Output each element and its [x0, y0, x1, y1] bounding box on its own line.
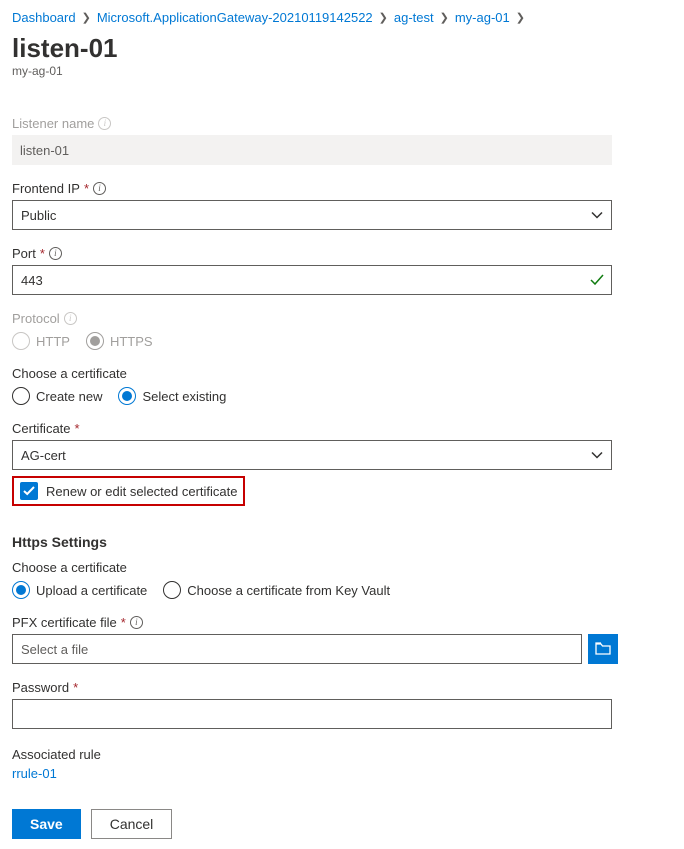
port-input[interactable] — [12, 265, 612, 295]
renew-certificate-label: Renew or edit selected certificate — [46, 484, 237, 499]
listener-name-label: Listener name i — [12, 116, 672, 131]
info-icon[interactable]: i — [64, 312, 77, 325]
certificate-label: Certificate * — [12, 421, 672, 436]
chevron-right-icon: ❯ — [516, 11, 525, 24]
protocol-radio-http: HTTP — [12, 332, 70, 350]
https-choose-cert-label: Choose a certificate — [12, 560, 672, 575]
page-subtitle: my-ag-01 — [12, 64, 672, 78]
renew-certificate-checkbox[interactable] — [20, 482, 38, 500]
chevron-down-icon — [591, 211, 603, 219]
https-settings-heading: Https Settings — [12, 534, 672, 550]
protocol-radio-https: HTTPS — [86, 332, 153, 350]
folder-icon — [595, 641, 611, 658]
cancel-button[interactable]: Cancel — [91, 809, 173, 839]
port-label: Port* i — [12, 246, 672, 261]
breadcrumb-item-my-ag-01[interactable]: my-ag-01 — [455, 10, 510, 25]
frontend-ip-select[interactable]: Public — [12, 200, 612, 230]
password-label: Password * — [12, 680, 672, 695]
check-icon — [590, 274, 604, 286]
chevron-right-icon: ❯ — [440, 11, 449, 24]
info-icon[interactable]: i — [98, 117, 111, 130]
info-icon[interactable]: i — [130, 616, 143, 629]
renew-certificate-highlight: Renew or edit selected certificate — [12, 476, 245, 506]
associated-rule-label: Associated rule — [12, 747, 672, 762]
save-button[interactable]: Save — [12, 809, 81, 839]
page-title: listen-01 — [12, 33, 672, 64]
breadcrumb-item-deployment[interactable]: Microsoft.ApplicationGateway-20210119142… — [97, 10, 373, 25]
breadcrumb: Dashboard ❯ Microsoft.ApplicationGateway… — [12, 10, 672, 25]
cert-radio-select-existing[interactable]: Select existing — [118, 387, 226, 405]
pfx-file-input[interactable]: Select a file — [12, 634, 582, 664]
info-icon[interactable]: i — [49, 247, 62, 260]
breadcrumb-item-ag-test[interactable]: ag-test — [394, 10, 434, 25]
cert-radio-create-new[interactable]: Create new — [12, 387, 102, 405]
chevron-down-icon — [591, 451, 603, 459]
info-icon[interactable]: i — [93, 182, 106, 195]
pfx-file-label: PFX certificate file * i — [12, 615, 672, 630]
browse-file-button[interactable] — [588, 634, 618, 664]
protocol-label: Protocol i — [12, 311, 672, 326]
listener-name-input — [12, 135, 612, 165]
chevron-right-icon: ❯ — [82, 11, 91, 24]
password-input[interactable] — [12, 699, 612, 729]
associated-rule-link[interactable]: rrule-01 — [12, 766, 57, 781]
frontend-ip-label: Frontend IP* i — [12, 181, 672, 196]
certificate-select[interactable]: AG-cert — [12, 440, 612, 470]
chevron-right-icon: ❯ — [379, 11, 388, 24]
choose-cert-label: Choose a certificate — [12, 366, 672, 381]
https-radio-upload[interactable]: Upload a certificate — [12, 581, 147, 599]
https-radio-keyvault[interactable]: Choose a certificate from Key Vault — [163, 581, 390, 599]
breadcrumb-item-dashboard[interactable]: Dashboard — [12, 10, 76, 25]
